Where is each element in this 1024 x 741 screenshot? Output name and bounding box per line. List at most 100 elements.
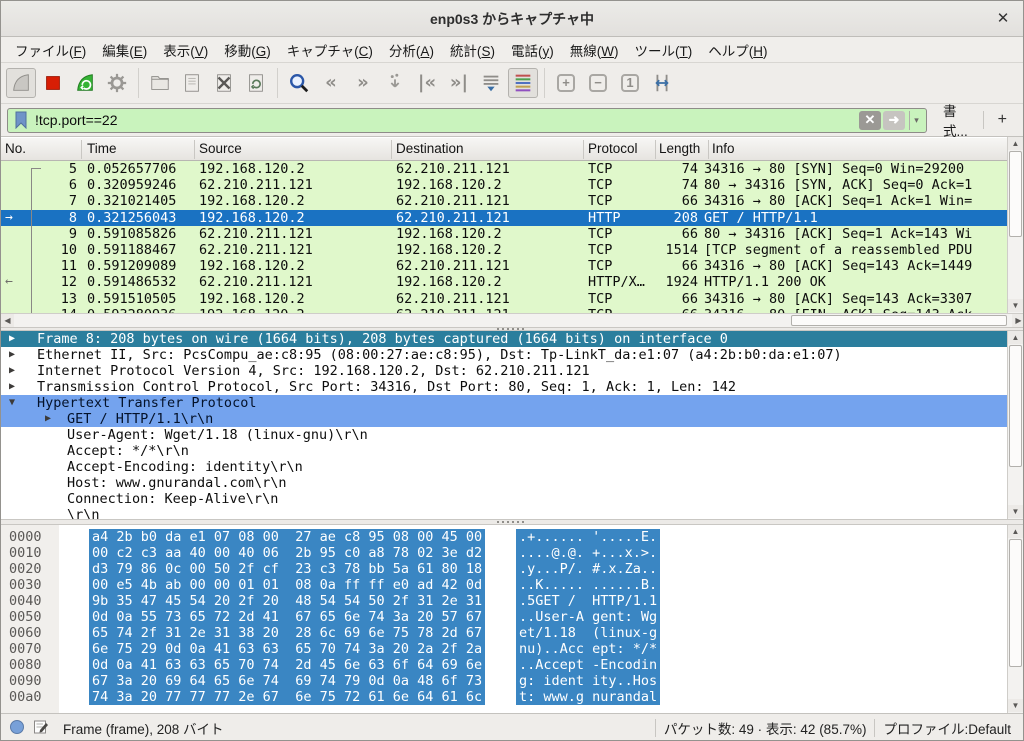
collapsed-icon[interactable]: ▶ (9, 347, 15, 363)
column-destination[interactable]: Destination (396, 141, 464, 156)
start-capture-icon[interactable] (6, 68, 36, 98)
restart-capture-icon[interactable] (70, 68, 100, 98)
packet-row[interactable]: 120.59148653262.210.211.121192.168.120.2… (1, 274, 1009, 290)
packet-row[interactable]: 100.59118846762.210.211.121192.168.120.2… (1, 242, 1009, 258)
column-no[interactable]: No. (5, 141, 26, 156)
bytes-vscrollbar[interactable]: ▲ ▼ (1007, 525, 1023, 713)
menu-item-v[interactable]: 表示(V) (155, 37, 216, 63)
menu-item-g[interactable]: 移動(G) (216, 37, 279, 63)
hex-bytes[interactable]: 00 e5 4b ab 00 00 01 01 08 0a ff ff e0 a… (89, 577, 485, 593)
detail-line[interactable]: Accept: */*\r\n (1, 443, 1009, 459)
column-info[interactable]: Info (712, 141, 735, 156)
hex-bytes[interactable]: a4 2b b0 da e1 07 08 00 27 ae c8 95 08 0… (89, 529, 485, 545)
capture-comment-icon[interactable] (33, 719, 49, 738)
hex-bytes[interactable]: 0d 0a 41 63 63 65 70 74 2d 45 6e 63 6f 6… (89, 657, 485, 673)
hex-bytes[interactable]: 65 74 2f 31 2e 31 38 20 28 6c 69 6e 75 7… (89, 625, 485, 641)
packet-row[interactable]: 130.591510505192.168.120.262.210.211.121… (1, 291, 1009, 307)
details-vscrollbar[interactable]: ▲ ▼ (1007, 331, 1023, 519)
collapsed-icon[interactable]: ▶ (9, 363, 15, 379)
scroll-right-icon[interactable]: ▶ (1012, 314, 1024, 327)
save-file-icon[interactable] (177, 68, 207, 98)
scroll-down-icon[interactable]: ▼ (1008, 505, 1023, 518)
detail-line[interactable]: ▶Frame 8: 208 bytes on wire (1664 bits),… (1, 331, 1009, 347)
zoom-out-icon[interactable]: − (583, 68, 613, 98)
hex-row[interactable]: 003000 e5 4b ab 00 00 01 01 08 0a ff ff … (1, 577, 1009, 593)
menu-item-h[interactable]: ヘルプ(H) (700, 37, 775, 63)
column-divider[interactable] (391, 140, 392, 159)
packet-row[interactable]: 110.591209089192.168.120.262.210.211.121… (1, 258, 1009, 274)
colorize-icon[interactable] (508, 68, 538, 98)
hex-ascii[interactable]: ..K..... ......B. (516, 577, 660, 593)
column-divider[interactable] (194, 140, 195, 159)
scrollbar-thumb[interactable] (1009, 151, 1022, 237)
filter-expression[interactable]: !tcp.port==22 (31, 112, 857, 128)
go-to-packet-icon[interactable] (380, 68, 410, 98)
scroll-down-icon[interactable]: ▼ (1008, 299, 1023, 312)
add-filter-button[interactable]: + (988, 111, 1017, 129)
packet-row[interactable]: 70.321021405192.168.120.262.210.211.121T… (1, 193, 1009, 209)
menu-item-a[interactable]: 分析(A) (381, 37, 442, 63)
column-length[interactable]: Length (659, 141, 700, 156)
packet-list-vscrollbar[interactable]: ▲ ▼ (1007, 137, 1023, 313)
title-bar[interactable]: enp0s3 からキャプチャ中 ✕ (1, 1, 1023, 37)
packet-row[interactable]: 60.32095924662.210.211.121192.168.120.2T… (1, 177, 1009, 193)
column-source[interactable]: Source (199, 141, 242, 156)
profile-text[interactable]: プロファイル:Default (883, 718, 1011, 738)
hex-row[interactable]: 00a074 3a 20 77 77 77 2e 67 6e 75 72 61 … (1, 689, 1009, 705)
last-packet-icon[interactable]: »| (444, 68, 474, 98)
hex-ascii[interactable]: .y...P/. #.x.Za.. (516, 561, 660, 577)
collapsed-icon[interactable]: ▶ (45, 411, 51, 427)
hex-row[interactable]: 00500d 0a 55 73 65 72 2d 41 67 65 6e 74 … (1, 609, 1009, 625)
scrollbar-thumb[interactable] (791, 315, 1007, 326)
menu-item-y[interactable]: 電話(y) (503, 37, 562, 63)
column-divider[interactable] (708, 140, 709, 159)
packet-row[interactable]: 90.59108582662.210.211.121192.168.120.2T… (1, 226, 1009, 242)
hex-bytes[interactable]: d3 79 86 0c 00 50 2f cf 23 c3 78 bb 5a 6… (89, 561, 485, 577)
hex-ascii[interactable]: ..User-A gent: Wg (516, 609, 660, 625)
go-forward-icon[interactable]: » (348, 68, 378, 98)
detail-line[interactable]: Host: www.gnurandal.com\r\n (1, 475, 1009, 491)
hex-row[interactable]: 00706e 75 29 0d 0a 41 63 63 65 70 74 3a … (1, 641, 1009, 657)
packet-row[interactable]: 50.052657706192.168.120.262.210.211.121T… (1, 161, 1009, 177)
menu-item-s[interactable]: 統計(S) (442, 37, 503, 63)
detail-line[interactable]: ▶GET / HTTP/1.1\r\n (1, 411, 1009, 427)
detail-line[interactable]: ▶Internet Protocol Version 4, Src: 192.1… (1, 363, 1009, 379)
collapsed-icon[interactable]: ▶ (9, 331, 15, 347)
column-time[interactable]: Time (87, 141, 117, 156)
find-packet-icon[interactable] (284, 68, 314, 98)
detail-line[interactable]: \r\n (1, 507, 1009, 519)
hex-bytes[interactable]: 9b 35 47 45 54 20 2f 20 48 54 54 50 2f 3… (89, 593, 485, 609)
hex-row[interactable]: 0000a4 2b b0 da e1 07 08 00 27 ae c8 95 … (1, 529, 1009, 545)
hex-bytes[interactable]: 0d 0a 55 73 65 72 2d 41 67 65 6e 74 3a 2… (89, 609, 485, 625)
open-file-icon[interactable] (145, 68, 175, 98)
stop-capture-icon[interactable] (38, 68, 68, 98)
column-protocol[interactable]: Protocol (588, 141, 638, 156)
scroll-up-icon[interactable]: ▲ (1008, 525, 1023, 538)
close-file-icon[interactable] (209, 68, 239, 98)
scroll-up-icon[interactable]: ▲ (1008, 331, 1023, 344)
scroll-up-icon[interactable]: ▲ (1008, 137, 1023, 150)
display-filter-input[interactable]: !tcp.port==22 ✕ ➜ ▾ (7, 108, 927, 133)
hex-row[interactable]: 009067 3a 20 69 64 65 6e 74 69 74 79 0d … (1, 673, 1009, 689)
scrollbar-thumb[interactable] (1009, 539, 1022, 667)
hex-row[interactable]: 00800d 0a 41 63 63 65 70 74 2d 45 6e 63 … (1, 657, 1009, 673)
scroll-down-icon[interactable]: ▼ (1008, 699, 1023, 712)
detail-line[interactable]: ▼Hypertext Transfer Protocol (1, 395, 1009, 411)
scrollbar-thumb[interactable] (1009, 345, 1022, 467)
close-icon[interactable]: ✕ (993, 9, 1013, 29)
column-divider[interactable] (655, 140, 656, 159)
detail-line[interactable]: User-Agent: Wget/1.18 (linux-gnu)\r\n (1, 427, 1009, 443)
packet-list-hscrollbar[interactable]: ◀ ▶ (1, 313, 1024, 327)
hex-row[interactable]: 001000 c2 c3 aa 40 00 40 06 2b 95 c0 a8 … (1, 545, 1009, 561)
expert-info-icon[interactable] (9, 719, 25, 738)
hex-ascii[interactable]: et/1.18 (linux-g (516, 625, 660, 641)
capture-options-icon[interactable] (102, 68, 132, 98)
zoom-original-icon[interactable]: 1 (615, 68, 645, 98)
auto-scroll-icon[interactable] (476, 68, 506, 98)
zoom-in-icon[interactable]: + (551, 68, 581, 98)
hex-ascii[interactable]: .5GET / HTTP/1.1 (516, 593, 660, 609)
hex-ascii[interactable]: ....@.@. +...x.>. (516, 545, 660, 561)
menu-item-f[interactable]: ファイル(F) (7, 37, 94, 63)
hex-ascii[interactable]: .+...... '.....E. (516, 529, 660, 545)
hex-ascii[interactable]: t: www.g nurandal (516, 689, 660, 705)
